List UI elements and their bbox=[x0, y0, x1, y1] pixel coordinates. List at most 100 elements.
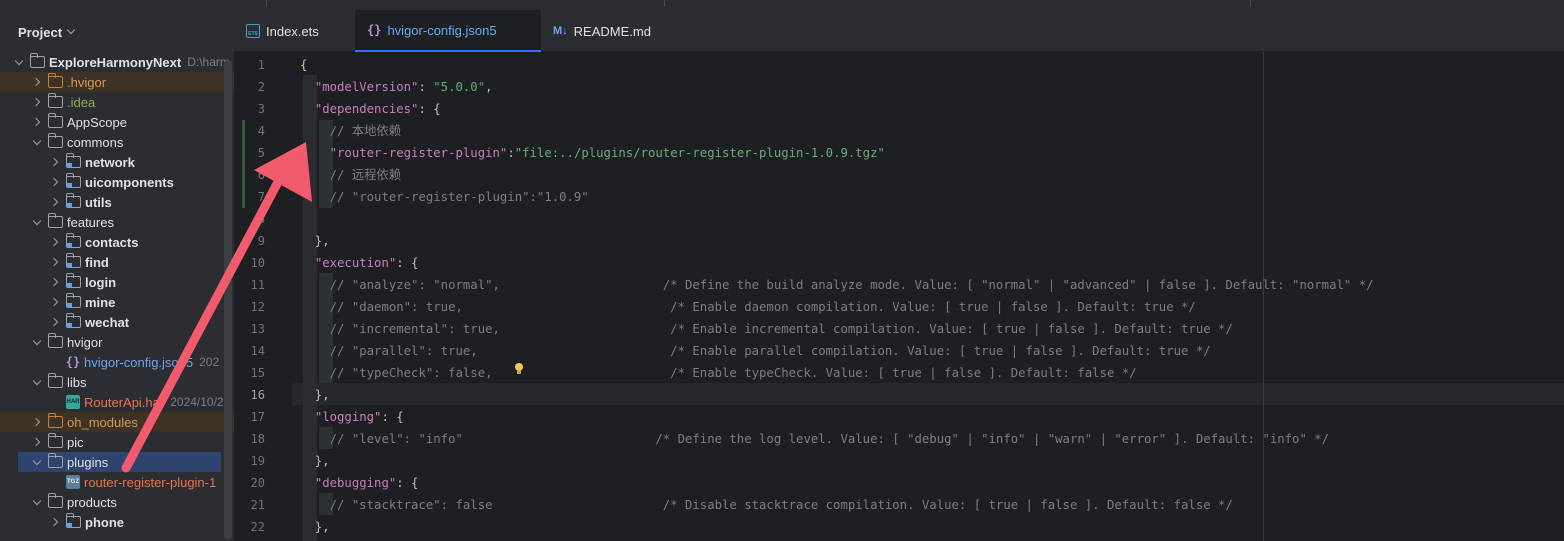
line-number[interactable]: 3 bbox=[234, 98, 265, 120]
code-line[interactable]: }, bbox=[300, 230, 330, 252]
module-folder-icon bbox=[65, 293, 81, 308]
tree-item-hvigor-config-json5[interactable]: {} hvigor-config.json5 202 bbox=[0, 352, 234, 372]
line-number[interactable]: 7 bbox=[234, 186, 265, 208]
ets-file-icon: ETS bbox=[246, 24, 260, 38]
line-number[interactable]: 8 bbox=[234, 208, 265, 230]
tree-item-routerapi-har[interactable]: HAR RouterApi.har 2024/10/2 bbox=[0, 392, 234, 412]
tab-readme-md[interactable]: M↓ README.md bbox=[541, 10, 657, 52]
line-number[interactable]: 14 bbox=[234, 340, 265, 362]
chevron-right-icon[interactable] bbox=[48, 195, 62, 209]
tree-item-features[interactable]: features bbox=[0, 212, 234, 232]
chevron-right-icon[interactable] bbox=[48, 315, 62, 329]
code-line[interactable]: // "stacktrace": false /* Disable stackt… bbox=[300, 494, 1233, 516]
tree-item-hvigor[interactable]: .hvigor bbox=[0, 72, 234, 92]
sidebar-scrollbar[interactable] bbox=[224, 60, 232, 540]
line-number[interactable]: 16 bbox=[234, 384, 265, 406]
chevron-right-icon[interactable] bbox=[48, 515, 62, 529]
code-line[interactable]: // 本地依赖 bbox=[300, 120, 401, 142]
code-line[interactable]: "router-register-plugin":"file:../plugin… bbox=[300, 142, 885, 164]
code-line[interactable]: // "router-register-plugin":"1.0.9" bbox=[300, 186, 589, 208]
chevron-right-icon[interactable] bbox=[30, 115, 44, 129]
code-line[interactable]: // "typeCheck": false, /* Enable typeChe… bbox=[300, 362, 1137, 384]
tree-item-appscope[interactable]: AppScope bbox=[0, 112, 234, 132]
code-line[interactable]: "debugging": { bbox=[300, 472, 419, 494]
chevron-down-icon[interactable] bbox=[30, 335, 44, 349]
chevron-right-icon[interactable] bbox=[48, 255, 62, 269]
line-number[interactable]: 18 bbox=[234, 428, 265, 450]
tree-item-plugins[interactable]: plugins bbox=[0, 452, 234, 472]
line-number[interactable]: 13 bbox=[234, 318, 265, 340]
tree-item-pic[interactable]: pic bbox=[0, 432, 234, 452]
code-line[interactable]: "dependencies": { bbox=[300, 98, 441, 120]
line-number[interactable]: 2 bbox=[234, 76, 265, 98]
line-number[interactable]: 5 bbox=[234, 142, 265, 164]
lightbulb-icon[interactable] bbox=[514, 363, 524, 376]
tree-item-utils[interactable]: utils bbox=[0, 192, 234, 212]
line-number[interactable]: 10 bbox=[234, 252, 265, 274]
tab-index-ets[interactable]: ETS Index.ets bbox=[234, 10, 352, 52]
chevron-right-icon[interactable] bbox=[48, 235, 62, 249]
tree-item-idea[interactable]: .idea bbox=[0, 92, 234, 112]
code-line[interactable]: "modelVersion": "5.0.0", bbox=[300, 76, 493, 98]
tree-item-login[interactable]: login bbox=[0, 272, 234, 292]
tree-item-mine[interactable]: mine bbox=[0, 292, 234, 312]
chevron-right-icon[interactable] bbox=[48, 155, 62, 169]
tree-item-products[interactable]: products bbox=[0, 492, 234, 512]
tree-item-network[interactable]: network bbox=[0, 152, 234, 172]
tree-item-wechat[interactable]: wechat bbox=[0, 312, 234, 332]
chevron-right-icon[interactable] bbox=[48, 295, 62, 309]
tree-item-oh-modules[interactable]: oh_modules bbox=[0, 412, 234, 432]
tree-item-libs[interactable]: libs bbox=[0, 372, 234, 392]
code-line[interactable]: // 远程依赖 bbox=[300, 164, 401, 186]
code-line[interactable]: "execution": { bbox=[300, 252, 419, 274]
line-number[interactable]: 17 bbox=[234, 406, 265, 428]
line-number[interactable]: 19 bbox=[234, 450, 265, 472]
chevron-right-icon[interactable] bbox=[30, 95, 44, 109]
chevron-down-icon[interactable] bbox=[30, 495, 44, 509]
line-number[interactable]: 6 bbox=[234, 164, 265, 186]
chevron-down-icon[interactable] bbox=[30, 375, 44, 389]
tree-item-hvigor[interactable]: hvigor bbox=[0, 332, 234, 352]
module-folder-icon bbox=[65, 253, 81, 268]
tree-item-contacts[interactable]: contacts bbox=[0, 232, 234, 252]
project-view-selector[interactable]: Project bbox=[18, 22, 76, 42]
code-line[interactable]: "logging": { bbox=[300, 406, 404, 428]
code-token: // "typeCheck": false, /* Enable typeChe… bbox=[329, 366, 1137, 380]
line-number[interactable]: 20 bbox=[234, 472, 265, 494]
line-number[interactable]: 9 bbox=[234, 230, 265, 252]
code-line[interactable]: { bbox=[300, 54, 307, 76]
chevron-down-icon[interactable] bbox=[30, 215, 44, 229]
line-number[interactable]: 15 bbox=[234, 362, 265, 384]
tree-item-exploreharmonynext[interactable]: ExploreHarmonyNext D:\harm bbox=[0, 52, 234, 72]
chevron-right-icon[interactable] bbox=[30, 435, 44, 449]
line-number[interactable]: 4 bbox=[234, 120, 265, 142]
tree-item-find[interactable]: find bbox=[0, 252, 234, 272]
tree-item-commons[interactable]: commons bbox=[0, 132, 234, 152]
tab-hvigor-config-json5[interactable]: {} hvigor-config.json5 bbox=[355, 10, 541, 52]
line-number[interactable]: 21 bbox=[234, 494, 265, 516]
tree-item-uicomponents[interactable]: uicomponents bbox=[0, 172, 234, 192]
chevron-down-icon[interactable] bbox=[30, 455, 44, 469]
code-line[interactable]: }, bbox=[300, 516, 330, 538]
line-number[interactable]: 22 bbox=[234, 516, 265, 538]
tree-item-detail: 202 bbox=[199, 355, 220, 369]
line-number[interactable]: 12 bbox=[234, 296, 265, 318]
chevron-right-icon[interactable] bbox=[30, 415, 44, 429]
line-number[interactable]: 11 bbox=[234, 274, 265, 296]
code-line[interactable]: // "level": "info" /* Define the log lev… bbox=[300, 428, 1329, 450]
line-number[interactable]: 1 bbox=[234, 54, 265, 76]
code-line[interactable]: // "parallel": true, /* Enable parallel … bbox=[300, 340, 1211, 362]
code-line[interactable]: }, bbox=[300, 450, 330, 472]
chevron-down-icon[interactable] bbox=[30, 135, 44, 149]
code-line[interactable]: // "incremental": true, /* Enable increm… bbox=[300, 318, 1233, 340]
code-line[interactable]: // "analyze": "normal", /* Define the bu… bbox=[300, 274, 1374, 296]
chevron-right-icon[interactable] bbox=[48, 275, 62, 289]
code-line[interactable]: // "daemon": true, /* Enable daemon comp… bbox=[300, 296, 1196, 318]
code-line[interactable]: }, bbox=[300, 384, 330, 406]
chevron-right-icon[interactable] bbox=[30, 75, 44, 89]
tree-item-phone[interactable]: phone bbox=[0, 512, 234, 532]
tree-item-router-register-plugin-1[interactable]: TGZ router-register-plugin-1 bbox=[0, 472, 234, 492]
chevron-right-icon[interactable] bbox=[48, 175, 62, 189]
chevron-down-icon[interactable] bbox=[12, 55, 26, 69]
